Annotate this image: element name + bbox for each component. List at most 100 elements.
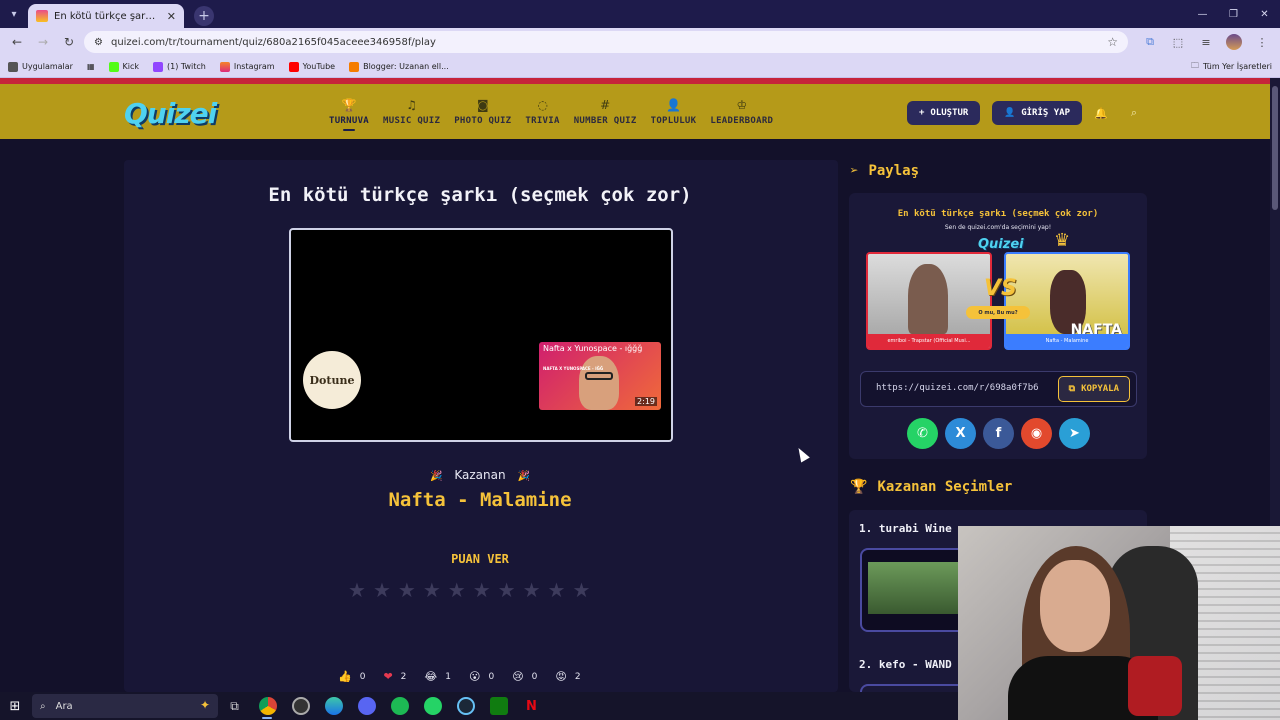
edge-icon[interactable] xyxy=(317,692,350,720)
bookmark-blogger[interactable]: Blogger: Uzanan ell... xyxy=(349,61,449,72)
trophy-icon: 🏆 xyxy=(341,97,357,112)
next-video-title: Nafta x Yunospace - ığğğ xyxy=(543,344,643,353)
nav-photo-quiz[interactable]: ◙ PHOTO QUIZ xyxy=(447,84,518,139)
nav-turnuva[interactable]: 🏆 TURNUVA xyxy=(322,84,376,139)
badge-icon: ♔ xyxy=(736,97,748,112)
star-2[interactable]: ★ xyxy=(373,580,391,600)
close-window-icon[interactable]: ✕ xyxy=(1249,0,1280,28)
xbox-icon[interactable] xyxy=(482,692,515,720)
star-5[interactable]: ★ xyxy=(448,580,466,600)
bookmark-star-icon[interactable]: ☆ xyxy=(1107,35,1118,49)
star-8[interactable]: ★ xyxy=(523,580,541,600)
nav-music-quiz[interactable]: ♫ MUSIC QUIZ xyxy=(376,84,447,139)
reload-icon[interactable]: ↻ xyxy=(58,31,80,53)
reaction-emoji-icon: ❤ xyxy=(383,670,393,683)
social-share-buttons: ✆ Xf ◉ ➤ xyxy=(907,418,1090,449)
camera-icon: ◙ xyxy=(476,97,489,112)
browser-tab-bar: ▾ En kötü türkçe şarkı (seçmek ço ✕ + — … xyxy=(0,0,1280,28)
reaction-count: 2 xyxy=(574,671,581,682)
address-bar[interactable]: ⚙ quizei.com/tr/tournament/quiz/680a2165… xyxy=(84,31,1128,53)
bell-icon[interactable]: 🔔 xyxy=(1091,103,1111,123)
winner-item-2-thumbnail[interactable] xyxy=(860,684,970,692)
video-player[interactable]: Dotune Nafta x Yunospace - ığğğ NAFTA X … xyxy=(289,228,673,442)
reaction-button-5[interactable]: 😢 0 xyxy=(512,670,537,683)
whatsapp-taskbar-icon[interactable] xyxy=(416,692,449,720)
steam-icon[interactable] xyxy=(449,692,482,720)
netflix-icon[interactable]: N xyxy=(515,692,548,720)
reaction-count: 2 xyxy=(400,671,407,682)
discord-icon[interactable] xyxy=(350,692,383,720)
star-3[interactable]: ★ xyxy=(398,580,416,600)
close-tab-icon[interactable]: ✕ xyxy=(167,10,176,23)
reaction-button-2[interactable]: ❤ 2 xyxy=(383,670,406,683)
translate-icon[interactable]: ⧉ xyxy=(1138,31,1162,53)
star-9[interactable]: ★ xyxy=(548,580,566,600)
share-section-title: ➢ Paylaş xyxy=(850,163,920,179)
telegram-icon[interactable]: ➤ xyxy=(1059,418,1090,449)
browser-menu-icon[interactable]: ⋮ xyxy=(1250,31,1274,53)
copy-button[interactable]: ⧉ KOPYALA xyxy=(1057,376,1130,402)
channel-logo[interactable]: Dotune xyxy=(303,351,361,409)
taskbar-search-icon: ⌕ xyxy=(40,700,46,712)
tab-search-chevron-icon[interactable]: ▾ xyxy=(0,0,28,28)
profile-avatar[interactable] xyxy=(1222,31,1246,53)
nav-number-quiz[interactable]: # NUMBER QUIZ xyxy=(567,84,644,139)
trophy-icon: 🏆 xyxy=(850,479,868,495)
media-control-icon[interactable]: ≡ xyxy=(1194,31,1218,53)
bookmark-apps[interactable]: Uygulamalar xyxy=(8,61,73,72)
spotify-icon[interactable] xyxy=(383,692,416,720)
bookmark-grid[interactable]: ▦ xyxy=(87,62,95,71)
winner-item-2[interactable]: 2. kefo - WAND xyxy=(859,658,952,671)
extensions-icon[interactable]: ⬚ xyxy=(1166,31,1190,53)
next-video-thumbnail[interactable]: Nafta x Yunospace - ığğğ NAFTA X YUNOSPA… xyxy=(539,342,661,410)
star-4[interactable]: ★ xyxy=(423,580,441,600)
nav-topluluk[interactable]: 👤 TOPLULUK xyxy=(644,84,704,139)
vs-mark: VS xyxy=(984,276,1017,301)
nav-leaderboard[interactable]: ♔ LEADERBOARD xyxy=(703,84,780,139)
star-1[interactable]: ★ xyxy=(348,580,366,600)
star-7[interactable]: ★ xyxy=(498,580,516,600)
reaction-emoji-icon: 😮 xyxy=(468,670,481,683)
window-controls: — ❐ ✕ xyxy=(1187,0,1280,28)
search-icon[interactable]: ⌕ xyxy=(1124,103,1144,123)
reaction-button-3[interactable]: 😂 1 xyxy=(424,670,451,683)
task-view-icon[interactable]: ⧉ xyxy=(218,692,251,720)
winner-item-1-thumbnail[interactable] xyxy=(860,548,970,632)
winner-item-1[interactable]: 1. turabi Wine xyxy=(859,522,952,535)
reddit-icon[interactable]: ◉ xyxy=(1021,418,1052,449)
windows-taskbar: ⊞ ⌕ Ara ✦ ⧉ N xyxy=(0,692,958,720)
bookmark-kick[interactable]: Kick xyxy=(108,61,139,72)
star-rating: ★ ★ ★ ★ ★ ★ ★ ★ ★ ★ xyxy=(348,580,590,600)
bookmark-twitch[interactable]: (1) Twitch xyxy=(153,61,206,72)
star-6[interactable]: ★ xyxy=(473,580,491,600)
create-button[interactable]: + OLUŞTUR xyxy=(907,101,981,125)
chrome-icon[interactable] xyxy=(251,692,284,720)
bookmark-instagram[interactable]: Instagram xyxy=(219,61,275,72)
site-info-icon[interactable]: ⚙ xyxy=(94,37,103,48)
bookmark-youtube[interactable]: YouTube xyxy=(288,61,335,72)
reaction-button-6[interactable]: 😡 2 xyxy=(555,670,580,683)
taskbar-search[interactable]: ⌕ Ara ✦ xyxy=(32,694,218,718)
quizei-logo[interactable]: Quizei xyxy=(124,97,217,130)
windows-start-icon[interactable]: ⊞ xyxy=(0,692,30,720)
instagram-icon xyxy=(219,61,230,72)
back-icon[interactable]: ← xyxy=(6,31,28,53)
restore-icon[interactable]: ❐ xyxy=(1218,0,1249,28)
x-icon[interactable]: X xyxy=(945,418,976,449)
scrollbar-thumb[interactable] xyxy=(1272,86,1278,210)
star-10[interactable]: ★ xyxy=(572,580,590,600)
facebook-icon[interactable]: f xyxy=(983,418,1014,449)
browser-tab[interactable]: En kötü türkçe şarkı (seçmek ço ✕ xyxy=(28,4,184,28)
all-bookmarks[interactable]: 🗀 Tüm Yer İşaretleri xyxy=(1191,60,1272,74)
obs-icon[interactable] xyxy=(284,692,317,720)
forward-icon[interactable]: → xyxy=(32,31,54,53)
login-button[interactable]: 👤 GİRİŞ YAP xyxy=(992,101,1082,125)
reaction-button-1[interactable]: 👍 0 xyxy=(338,670,365,683)
whatsapp-icon[interactable]: ✆ xyxy=(907,418,938,449)
confetti-icon: 🎉 xyxy=(517,471,530,482)
share-link-text[interactable]: https://quizei.com/r/698a0f7b6 xyxy=(876,383,1058,393)
minimize-icon[interactable]: — xyxy=(1187,0,1218,28)
new-tab-button[interactable]: + xyxy=(194,6,214,26)
reaction-button-4[interactable]: 😮 0 xyxy=(469,670,494,683)
nav-trivia[interactable]: ◌ TRIVIA xyxy=(518,84,566,139)
